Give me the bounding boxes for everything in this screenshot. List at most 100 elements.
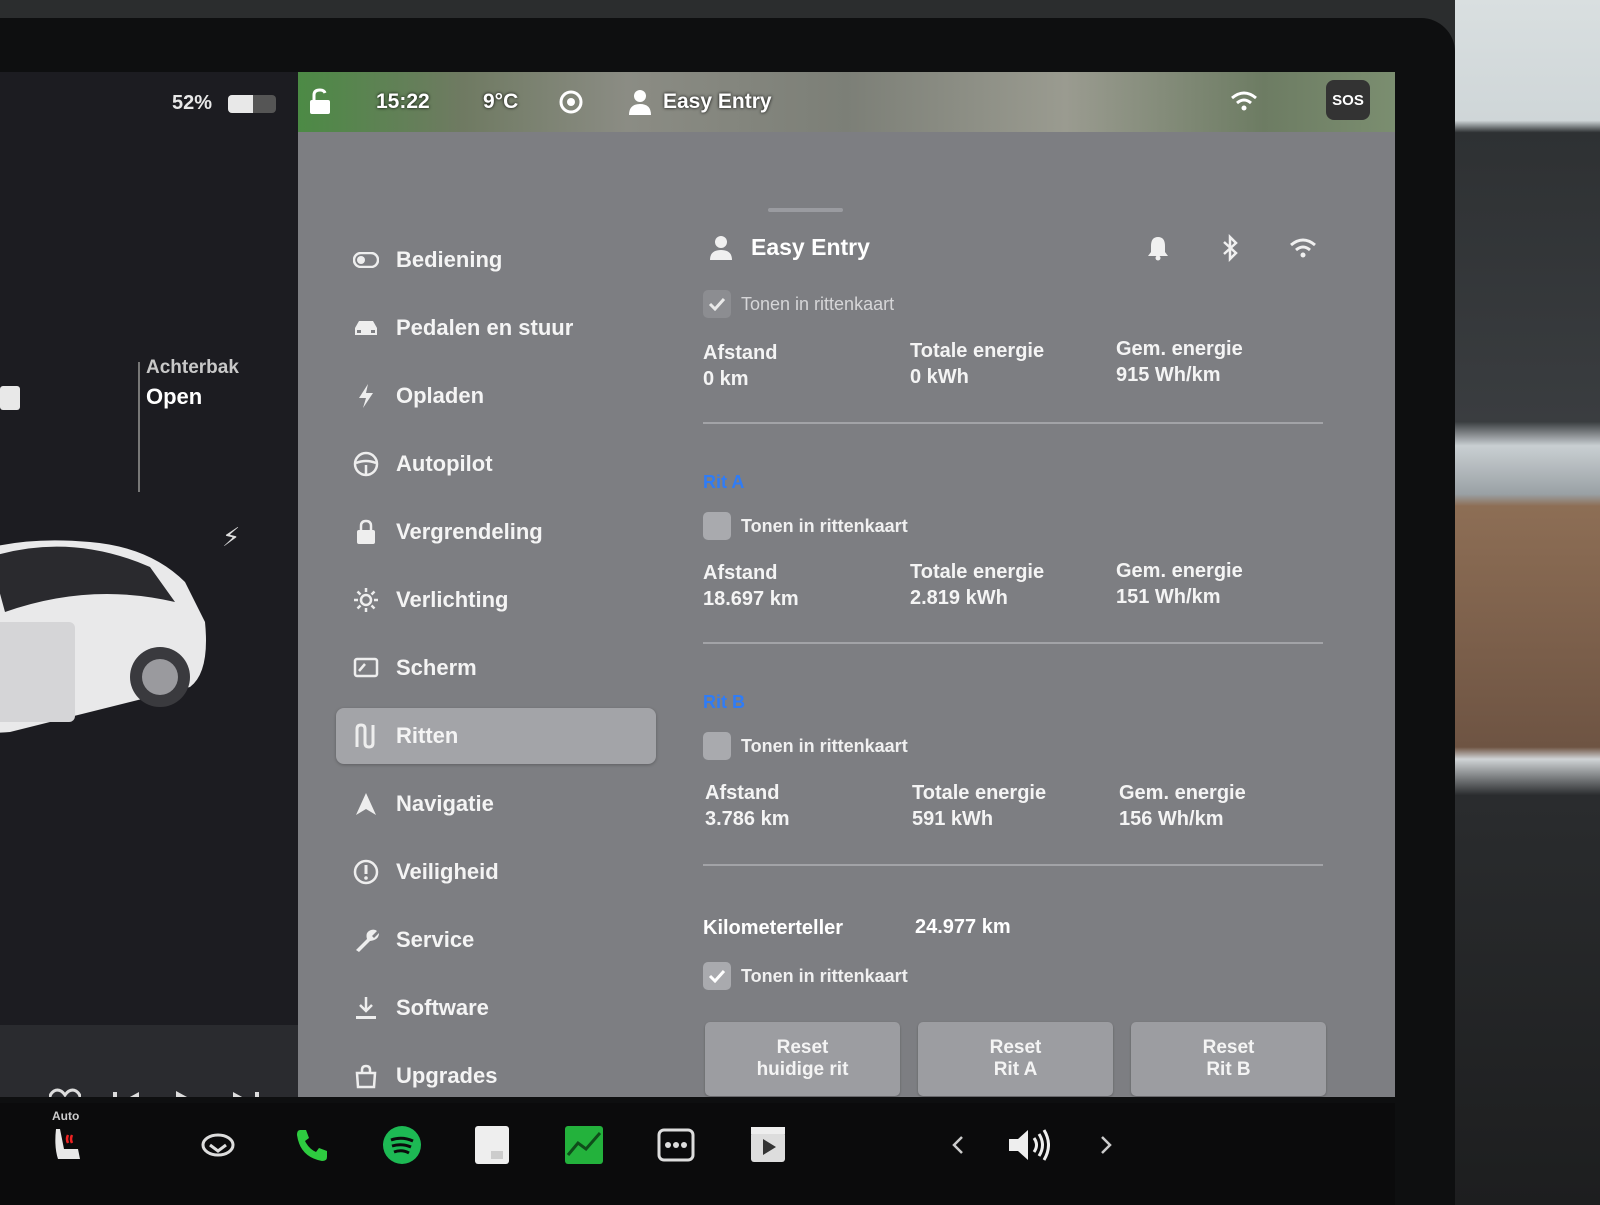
heart-icon[interactable] [45,1083,85,1097]
distance-label: Afstand [703,562,778,584]
energy-label: Totale energie [910,561,1045,583]
odometer-checkbox[interactable] [703,962,731,990]
odometer-show-toggle[interactable]: Tonen in rittenkaart [703,962,908,990]
menu-item-ritten[interactable]: Ritten [336,708,656,764]
battery-percent: 52% [172,92,213,114]
trunk-open-button[interactable]: Open [146,384,202,410]
avg-energy-label: Gem. energie [1119,782,1246,804]
more-apps-icon[interactable] [654,1123,698,1167]
volume-up-chevron-icon[interactable] [1084,1123,1128,1167]
divider [703,422,1323,424]
reset-button-group: Reset huidige rit Reset Rit A Reset Rit … [703,1022,1343,1097]
avg-energy-value: 151 Wh/km [1116,586,1221,608]
driver-profile-name[interactable]: Easy Entry [663,90,772,114]
current-trip-show-toggle[interactable]: Tonen in rittenkaart [703,290,894,318]
toggle-icon [336,252,396,268]
unlocked-icon[interactable] [308,88,334,116]
energy-value: 591 kWh [912,808,994,830]
touchscreen: 52% Achterbak Open ⚡ 15:22 9°C Easy Entr… [0,72,1395,1097]
trip-b-distance: Afstand 3.786 km [705,780,790,832]
settings-menu: Bediening Pedalen en stuur Opladen Autopilo… [336,232,656,1097]
trip-b-checkbox[interactable] [703,732,731,760]
notification-bell-icon[interactable] [1143,233,1173,263]
volume-icon[interactable] [1006,1123,1050,1167]
steering-wheel-heater-icon[interactable] [196,1123,240,1167]
sun-icon [336,587,396,613]
menu-item-verlichting[interactable]: Verlichting [336,572,656,628]
seat-heater-icon[interactable] [46,1123,90,1167]
energy-label: Totale energie [910,340,1045,362]
panel-drag-handle[interactable] [768,208,843,212]
avg-energy-value: 915 Wh/km [1116,364,1221,386]
reset-trip-a-button[interactable]: Reset Rit A [918,1022,1113,1096]
reset-trip-b-button[interactable]: Reset Rit B [1131,1022,1326,1096]
menu-item-opladen[interactable]: Opladen [336,368,656,424]
trip-a-distance: Afstand 18.697 km [703,560,799,612]
play-icon[interactable] [166,1083,206,1097]
menu-item-scherm[interactable]: Scherm [336,640,656,696]
spotify-icon[interactable] [380,1123,424,1167]
profile-icon[interactable] [628,88,652,116]
display-icon [336,657,396,679]
volume-down-chevron-icon[interactable] [936,1123,980,1167]
phone-icon[interactable] [290,1123,334,1167]
menu-item-autopilot[interactable]: Autopilot [336,436,656,492]
menu-item-veiligheid[interactable]: Veiligheid [336,844,656,900]
trips-icon [336,723,396,749]
trip-a-show-toggle[interactable]: Tonen in rittenkaart [703,512,908,540]
trip-a-avg-energy: Gem. energie 151 Wh/km [1116,558,1243,610]
wifi-icon[interactable] [1288,233,1318,263]
energy-app-icon[interactable] [470,1123,514,1167]
trip-b-avg-energy: Gem. energie 156 Wh/km [1119,780,1246,832]
trip-b-energy: Totale energie 591 kWh [912,780,1046,832]
reset-current-trip-button[interactable]: Reset huidige rit [705,1022,900,1096]
sentry-icon[interactable] [558,89,584,115]
menu-item-upgrades[interactable]: Upgrades [336,1048,656,1097]
menu-item-bediening[interactable]: Bediening [336,232,656,288]
next-track-icon[interactable] [226,1083,266,1097]
menu-item-label: Upgrades [396,1063,498,1088]
distance-value: 0 km [703,368,749,390]
car-icon [336,318,396,338]
previous-track-icon[interactable] [106,1083,146,1097]
avg-energy-label: Gem. energie [1116,338,1243,360]
distance-label: Afstand [705,782,780,804]
menu-item-label: Pedalen en stuur [396,315,574,340]
trip-b-show-toggle[interactable]: Tonen in rittenkaart [703,732,908,760]
charts-icon[interactable] [562,1123,606,1167]
current-trip-avg-energy: Gem. energie 915 Wh/km [1116,336,1243,388]
sos-button[interactable]: SOS [1326,80,1370,120]
profile-name[interactable]: Easy Entry [751,234,870,261]
energy-label: Totale energie [912,782,1047,804]
car-status-pane: 52% Achterbak Open ⚡ [0,72,298,1025]
alert-circle-icon [336,859,396,885]
lightning-icon [336,383,396,409]
menu-item-software[interactable]: Software [336,980,656,1036]
menu-item-label: Veiligheid [396,859,499,884]
menu-item-label: Ritten [396,723,459,748]
menu-item-navigatie[interactable]: Navigatie [336,776,656,832]
seat-heater-auto-label: Auto [52,1109,80,1123]
current-trip-checkbox[interactable] [703,290,731,318]
checkmark-icon [708,297,726,311]
trip-a-energy: Totale energie 2.819 kWh [910,559,1044,611]
lock-icon [336,519,396,545]
shopping-bag-icon [336,1063,396,1089]
distance-value: 3.786 km [705,808,790,830]
trip-a-checkbox[interactable] [703,512,731,540]
menu-item-vergrendeling[interactable]: Vergrendeling [336,504,656,560]
menu-item-label: Service [396,927,475,952]
avg-energy-label: Gem. energie [1116,560,1243,582]
bluetooth-icon[interactable] [1215,233,1245,263]
wrench-icon [336,927,396,953]
theater-icon[interactable] [746,1123,790,1167]
menu-item-pedalen-en-stuur[interactable]: Pedalen en stuur [336,300,656,356]
menu-item-service[interactable]: Service [336,912,656,968]
wifi-icon [1231,91,1257,111]
background-dashboard [1455,0,1600,1205]
energy-value: 0 kWh [910,366,969,388]
charge-port-icon[interactable]: ⚡ [222,522,240,553]
profile-header: Easy Entry [703,227,1343,267]
navigation-arrow-icon [336,792,396,816]
trip-a-title: Rit A [703,472,745,492]
